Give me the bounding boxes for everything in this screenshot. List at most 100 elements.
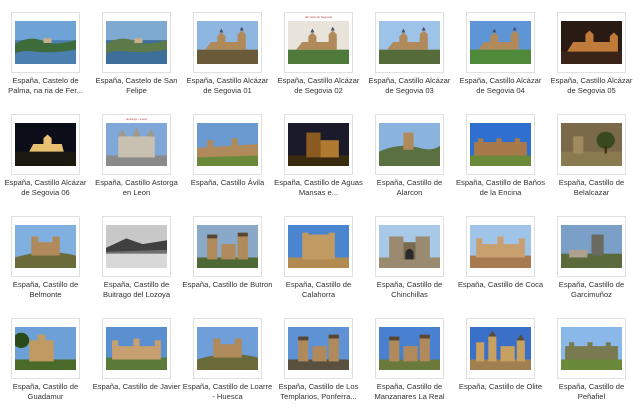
castle-photo	[379, 21, 440, 64]
file-name-label[interactable]: España, Castillo Alcázar de Segovia 03	[364, 76, 455, 95]
thumbnail-image[interactable]	[375, 318, 444, 379]
thumbnail-item[interactable]: España, Castillo de Javier	[91, 312, 182, 414]
file-name-label[interactable]: España, Castelo de San Felipe	[91, 76, 182, 95]
thumbnail-item[interactable]: España, Castillo de Los Templarios, Ponf…	[273, 312, 364, 414]
file-name-label[interactable]: España, Castillo de Belmonte	[0, 280, 91, 299]
file-name-label[interactable]: España, Castillo Alcázar de Segovia 02	[273, 76, 364, 95]
thumbnail-image[interactable]	[11, 114, 80, 175]
castle-photo	[561, 123, 622, 166]
thumbnail-image[interactable]	[466, 12, 535, 73]
file-name-label[interactable]: España, Castelo de Palma, na ria de Fer.…	[0, 76, 91, 95]
thumbnail-image[interactable]: Astorga - Leon	[102, 114, 171, 175]
file-name-label[interactable]: España, Castillo de Butron	[182, 280, 273, 290]
thumbnail-image[interactable]	[284, 114, 353, 175]
file-name-label[interactable]: España, Castillo de Buitrago del Lozoya	[91, 280, 182, 299]
castle-photo	[197, 21, 258, 64]
thumbnail-item[interactable]: España, Castillo de Butron	[182, 210, 273, 312]
thumbnail-image[interactable]	[193, 216, 262, 277]
file-name-label[interactable]: España, Castillo de Aguas Mansas e...	[273, 178, 364, 197]
thumbnail-item[interactable]: España, Castillo Alcázar de Segovia 05	[546, 6, 637, 108]
thumbnail-item[interactable]: España, Castillo de Manzanares La Real	[364, 312, 455, 414]
file-name-label[interactable]: España, Castillo de Olite	[455, 382, 546, 392]
thumbnail-item[interactable]: España, Castillo de Guadamur	[0, 312, 91, 414]
file-name-label[interactable]: España, Castillo de Loarre - Huesca	[182, 382, 273, 401]
photo-caption: Alcazar de Segovia	[304, 15, 333, 19]
file-name-label[interactable]: España, Castillo de Baños de la Encina	[455, 178, 546, 197]
file-name-label[interactable]: España, Castillo de Calahorra	[273, 280, 364, 299]
thumbnail-item[interactable]: España, Castillo de Belmonte	[0, 210, 91, 312]
thumbnail-item[interactable]: España, Castillo Alcázar de Segovia 04	[455, 6, 546, 108]
file-name-label[interactable]: España, Castillo Alcázar de Segovia 01	[182, 76, 273, 95]
thumbnail-item[interactable]: España, Castillo de Coca	[455, 210, 546, 312]
thumbnail-image[interactable]	[193, 318, 262, 379]
thumbnail-item[interactable]: España, Castillo de Calahorra	[273, 210, 364, 312]
castle-photo	[106, 327, 167, 370]
file-name-label[interactable]: España, Castillo Ávila	[182, 178, 273, 188]
thumbnail-item[interactable]: España, Castillo de Peñafiel	[546, 312, 637, 414]
castle-photo	[561, 21, 622, 64]
thumbnail-item[interactable]: España, Castillo de Garcimuñoz	[546, 210, 637, 312]
castle-photo	[106, 225, 167, 268]
thumbnail-image[interactable]	[557, 12, 626, 73]
thumbnail-image[interactable]	[102, 216, 171, 277]
file-name-label[interactable]: España, Castillo Astorga en Leon	[91, 178, 182, 197]
thumbnail-image[interactable]	[11, 216, 80, 277]
thumbnail-grid: España, Castelo de Palma, na ria de Fer.…	[0, 0, 640, 413]
castle-photo	[15, 225, 76, 268]
thumbnail-image[interactable]	[557, 318, 626, 379]
thumbnail-item[interactable]: España, Castillo Alcázar de Segovia 06	[0, 108, 91, 210]
thumbnail-item[interactable]: España, Castillo de Alarcon	[364, 108, 455, 210]
thumbnail-image[interactable]	[102, 318, 171, 379]
castle-photo	[288, 225, 349, 268]
file-name-label[interactable]: España, Castillo de Guadamur	[0, 382, 91, 401]
thumbnail-image[interactable]	[375, 114, 444, 175]
file-name-label[interactable]: España, Castillo de Chinchillas	[364, 280, 455, 299]
file-name-label[interactable]: España, Castillo de Belalcazar	[546, 178, 637, 197]
thumbnail-item[interactable]: España, Castillo de Loarre - Huesca	[182, 312, 273, 414]
thumbnail-item[interactable]: Astorga - Leon España, Castillo Astorga e…	[91, 108, 182, 210]
thumbnail-image[interactable]	[284, 216, 353, 277]
thumbnail-item[interactable]: España, Castillo de Aguas Mansas e...	[273, 108, 364, 210]
thumbnail-image[interactable]	[102, 12, 171, 73]
photo-caption: Astorga - Leon	[125, 117, 148, 121]
thumbnail-item[interactable]: España, Castillo de Belalcazar	[546, 108, 637, 210]
thumbnail-item[interactable]: Alcazar de Segovia España, Castillo Alcáz…	[273, 6, 364, 108]
thumbnail-item[interactable]: España, Castillo de Buitrago del Lozoya	[91, 210, 182, 312]
thumbnail-item[interactable]: España, Castelo de San Felipe	[91, 6, 182, 108]
castle-photo	[288, 21, 349, 64]
file-name-label[interactable]: España, Castillo Alcázar de Segovia 06	[0, 178, 91, 197]
thumbnail-item[interactable]: España, Castelo de Palma, na ria de Fer.…	[0, 6, 91, 108]
file-name-label[interactable]: España, Castillo de Javier	[91, 382, 182, 392]
thumbnail-image[interactable]	[193, 12, 262, 73]
file-name-label[interactable]: España, Castillo de Alarcon	[364, 178, 455, 197]
thumbnail-item[interactable]: España, Castillo Alcázar de Segovia 01	[182, 6, 273, 108]
thumbnail-image[interactable]	[466, 216, 535, 277]
castle-photo	[379, 225, 440, 268]
thumbnail-item[interactable]: España, Castillo de Baños de la Encina	[455, 108, 546, 210]
file-name-label[interactable]: España, Castillo de Coca	[455, 280, 546, 290]
thumbnail-image[interactable]	[11, 318, 80, 379]
thumbnail-image[interactable]	[466, 114, 535, 175]
file-name-label[interactable]: España, Castillo de Manzanares La Real	[364, 382, 455, 401]
file-name-label[interactable]: España, Castillo de Los Templarios, Ponf…	[273, 382, 364, 401]
thumbnail-image[interactable]	[375, 216, 444, 277]
thumbnail-image[interactable]	[375, 12, 444, 73]
thumbnail-image[interactable]	[557, 114, 626, 175]
thumbnail-image[interactable]	[284, 318, 353, 379]
file-name-label[interactable]: España, Castillo de Garcimuñoz	[546, 280, 637, 299]
file-name-label[interactable]: España, Castillo Alcázar de Segovia 04	[455, 76, 546, 95]
file-name-label[interactable]: España, Castillo de Peñafiel	[546, 382, 637, 401]
file-name-label[interactable]: España, Castillo Alcázar de Segovia 05	[546, 76, 637, 95]
thumbnail-image[interactable]	[193, 114, 262, 175]
castle-photo	[561, 327, 622, 370]
castle-photo	[197, 225, 258, 268]
thumbnail-image[interactable]	[11, 12, 80, 73]
thumbnail-image[interactable]	[466, 318, 535, 379]
thumbnail-item[interactable]: España, Castillo de Olite	[455, 312, 546, 414]
thumbnail-image[interactable]: Alcazar de Segovia	[284, 12, 353, 73]
thumbnail-item[interactable]: España, Castillo de Chinchillas	[364, 210, 455, 312]
thumbnail-image[interactable]	[557, 216, 626, 277]
castle-photo	[379, 123, 440, 166]
thumbnail-item[interactable]: España, Castillo Ávila	[182, 108, 273, 210]
thumbnail-item[interactable]: España, Castillo Alcázar de Segovia 03	[364, 6, 455, 108]
